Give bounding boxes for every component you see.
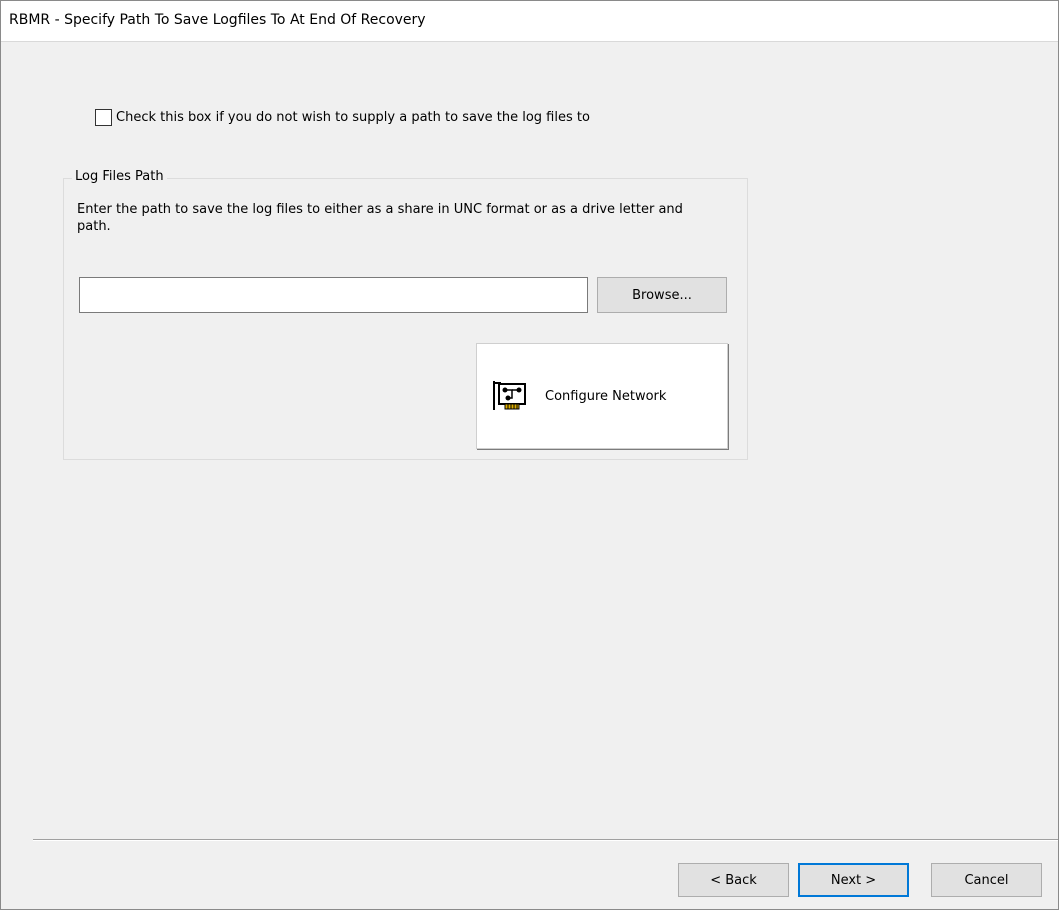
no-path-option[interactable]: Check this box if you do not wish to sup… bbox=[95, 108, 590, 126]
next-button[interactable]: Next > bbox=[798, 863, 909, 897]
configure-network-button[interactable]: Configure Network bbox=[476, 343, 728, 449]
footer-separator bbox=[33, 839, 1058, 841]
no-path-checkbox-label[interactable]: Check this box if you do not wish to sup… bbox=[116, 110, 590, 125]
dialog-window: RBMR - Specify Path To Save Logfiles To … bbox=[0, 0, 1059, 910]
configure-network-label: Configure Network bbox=[545, 388, 667, 404]
back-button[interactable]: < Back bbox=[678, 863, 789, 897]
title-bar: RBMR - Specify Path To Save Logfiles To … bbox=[1, 1, 1058, 42]
network-card-icon bbox=[493, 381, 526, 410]
browse-button[interactable]: Browse... bbox=[597, 277, 727, 313]
log-files-path-group: Log Files Path Enter the path to save th… bbox=[63, 169, 748, 460]
no-path-checkbox[interactable] bbox=[95, 108, 112, 126]
cancel-button[interactable]: Cancel bbox=[931, 863, 1042, 897]
group-description: Enter the path to save the log files to … bbox=[77, 202, 683, 234]
group-legend: Log Files Path bbox=[72, 169, 167, 184]
window-title: RBMR - Specify Path To Save Logfiles To … bbox=[9, 12, 426, 28]
log-path-input[interactable] bbox=[79, 277, 588, 313]
